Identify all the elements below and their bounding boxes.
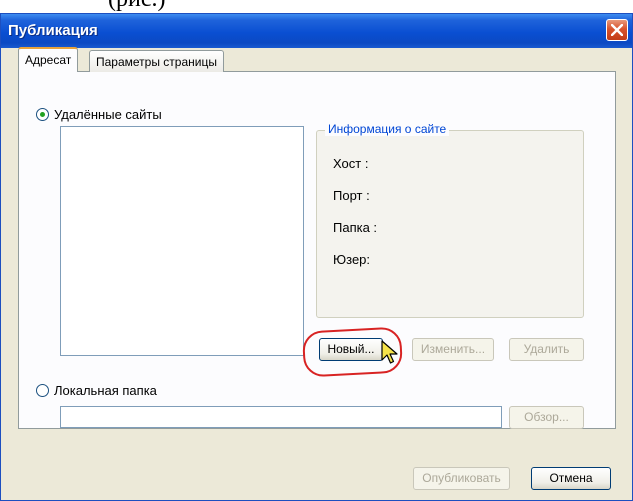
dialog-title: Публикация [8,22,98,39]
host-label: Хост : [333,156,369,171]
delete-site-button[interactable]: Удалить [509,338,584,361]
close-button[interactable] [606,19,628,41]
remote-sites-radio[interactable]: Удалённые сайты [36,107,162,122]
user-label: Юзер: [333,252,371,267]
close-icon [611,24,623,36]
mouse-pointer-icon [381,340,399,369]
port-label: Порт : [333,188,370,203]
edit-site-button[interactable]: Изменить... [412,338,494,361]
site-info-group: Информация о сайте Хост : Порт : Папка :… [316,122,584,318]
publish-button[interactable]: Опубликовать [413,467,510,490]
remote-sites-label: Удалённые сайты [54,107,162,122]
site-list[interactable] [60,126,304,356]
browse-button[interactable]: Обзор... [509,406,584,429]
radio-unchecked-icon [36,384,49,397]
local-folder-path-input[interactable] [60,406,502,428]
local-folder-radio[interactable]: Локальная папка [36,383,157,398]
cropped-text-fragment: (рис.) [108,0,165,13]
title-bar[interactable]: Публикация [1,14,632,48]
tab-page-settings[interactable]: Параметры страницы [89,50,224,72]
tab-addressee[interactable]: Адресат [18,47,79,72]
radio-checked-icon [36,108,49,121]
local-folder-label: Локальная папка [54,383,157,398]
cropped-top-strip: (рис.) [0,0,633,13]
site-info-legend: Информация о сайте [325,122,450,136]
folder-label: Папка : [333,220,378,235]
cancel-button[interactable]: Отмена [531,467,611,490]
